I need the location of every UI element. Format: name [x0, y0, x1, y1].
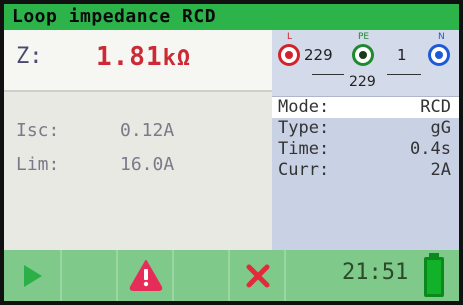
setting-mode[interactable]: Mode: RCD: [272, 97, 459, 118]
setting-time-value: 0.4s: [410, 139, 451, 159]
setting-type[interactable]: Type: gG: [272, 118, 459, 139]
terminal-voltages: L PE N 229 1 229: [272, 30, 459, 97]
setting-type-label: Type:: [278, 118, 330, 138]
settings-list: Mode: RCD Type: gG Time: 0.4s Curr: 2A: [272, 97, 459, 181]
clock: 21:51: [342, 260, 409, 285]
isc-value: 0.12A: [120, 120, 175, 141]
setting-curr-value: 2A: [430, 160, 451, 180]
setting-mode-label: Mode:: [278, 97, 330, 117]
voltage-line-right: [387, 74, 421, 75]
impedance-value: 1.81kΩ: [96, 42, 191, 72]
lim-label: Lim:: [16, 154, 60, 175]
function-slot-2[interactable]: [62, 250, 118, 301]
isc-label: Isc:: [16, 120, 60, 141]
impedance-number: 1.81: [96, 42, 163, 72]
terminal-pe-icon: [352, 44, 374, 66]
voltage-pe-n: 1: [397, 46, 407, 64]
setting-mode-value: RCD: [420, 97, 451, 117]
lim-value: 16.0A: [120, 154, 175, 175]
terminal-l-tag: L: [287, 32, 293, 42]
terminal-pe-tag: PE: [358, 32, 370, 42]
cancel-button[interactable]: [230, 250, 286, 301]
voltage-l-n: 229: [349, 74, 376, 90]
setting-curr[interactable]: Curr: 2A: [272, 160, 459, 181]
terminal-n-icon: [428, 44, 450, 66]
impedance-unit: kΩ: [162, 46, 192, 71]
instrument-screen: Loop impedance RCD Z: 1.81kΩ Isc: 0.12A …: [4, 4, 459, 301]
setting-type-value: gG: [430, 118, 451, 138]
terminal-n-tag: N: [438, 32, 445, 42]
warning-button[interactable]: [118, 250, 174, 301]
function-slot-4[interactable]: [174, 250, 230, 301]
warning-icon: [129, 260, 163, 291]
battery-full-icon: [424, 257, 444, 297]
impedance-result: Z: 1.81kΩ: [4, 30, 272, 92]
close-icon: [246, 264, 270, 288]
voltage-l-pe: 229: [304, 46, 333, 64]
measurement-panel: Z: 1.81kΩ Isc: 0.12A Lim: 16.0A: [4, 30, 272, 250]
start-button[interactable]: [4, 250, 62, 301]
impedance-label: Z:: [16, 44, 43, 69]
play-icon: [24, 265, 42, 287]
screen-title: Loop impedance RCD: [4, 4, 459, 30]
voltage-line-left: [312, 74, 344, 75]
setting-time-label: Time:: [278, 139, 330, 159]
settings-panel: L PE N 229 1 229 Mode: RCD Type: gG Time…: [272, 30, 459, 250]
function-bar: 21:51: [4, 250, 459, 301]
setting-curr-label: Curr:: [278, 160, 330, 180]
setting-time[interactable]: Time: 0.4s: [272, 139, 459, 160]
terminal-l-icon: [278, 44, 300, 66]
